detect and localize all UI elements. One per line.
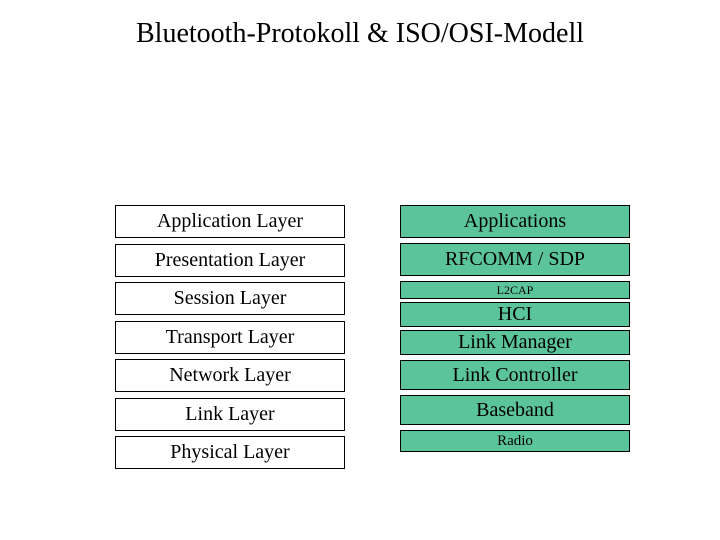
osi-column: Application Layer Presentation Layer Ses… [115,205,345,475]
osi-transport-layer: Transport Layer [115,321,345,354]
bt-rfcomm-sdp: RFCOMM / SDP [400,243,630,276]
osi-physical-layer: Physical Layer [115,436,345,469]
diagram-title: Bluetooth-Protokoll & ISO/OSI-Modell [0,18,720,50]
bt-radio: Radio [400,430,630,452]
osi-application-layer: Application Layer [115,205,345,238]
osi-session-layer: Session Layer [115,282,345,315]
bt-link-manager: Link Manager [400,330,630,355]
bt-applications: Applications [400,205,630,238]
bt-hci: HCI [400,302,630,327]
bt-l2cap: L2CAP [400,281,630,299]
osi-link-layer: Link Layer [115,398,345,431]
osi-presentation-layer: Presentation Layer [115,244,345,277]
osi-network-layer: Network Layer [115,359,345,392]
bt-link-controller: Link Controller [400,360,630,390]
bt-baseband: Baseband [400,395,630,425]
bluetooth-column: Applications RFCOMM / SDP L2CAP HCI Link… [400,205,630,452]
